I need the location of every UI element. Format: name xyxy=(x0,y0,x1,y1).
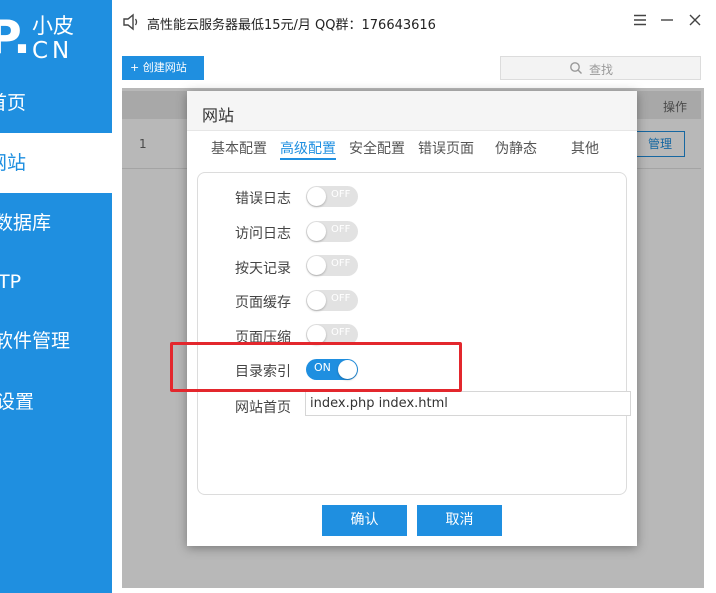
setting-label-directory-index: 目录索引 xyxy=(235,364,291,380)
sidebar-item-website[interactable]: 网站 xyxy=(0,133,112,193)
sidebar-item-software[interactable]: 软件管理 xyxy=(0,311,112,371)
toggle-knob xyxy=(307,222,326,241)
search-box[interactable]: 查找 xyxy=(500,56,701,80)
setting-label-access-log: 访问日志 xyxy=(235,226,291,242)
close-icon[interactable] xyxy=(685,12,705,32)
speaker-icon xyxy=(123,13,138,31)
toggle-knob xyxy=(338,360,357,379)
toggle-knob xyxy=(307,187,326,206)
search-placeholder: 查找 xyxy=(589,63,614,77)
sidebar-item-ftp[interactable]: TP xyxy=(0,252,112,312)
directory-index-toggle[interactable]: ON xyxy=(306,359,358,380)
page-cache-toggle[interactable]: OFF xyxy=(306,290,358,311)
setting-label-page-cache: 页面缓存 xyxy=(235,295,291,311)
daily-log-toggle[interactable]: OFF xyxy=(306,255,358,276)
toggle-knob xyxy=(307,291,326,310)
toggle-knob xyxy=(307,256,326,275)
create-site-button[interactable]: + 创建网站 xyxy=(122,56,204,80)
toggle-state: ON xyxy=(314,361,331,374)
error-log-toggle[interactable]: OFF xyxy=(306,186,358,207)
sidebar: P. 小皮 CN 首页 网站 数据库 TP 软件管理 设置 xyxy=(0,0,112,593)
toggle-state: OFF xyxy=(331,327,351,338)
toggle-state: OFF xyxy=(331,258,351,269)
notice-text[interactable]: 高性能云服务器最低15元/月 QQ群：176643616 xyxy=(147,14,436,33)
logo-text-top: 小皮 xyxy=(32,14,74,38)
logo-text-bottom: CN xyxy=(32,38,74,64)
sidebar-item-settings[interactable]: 设置 xyxy=(0,372,112,432)
tab-security-config[interactable]: 安全配置 xyxy=(349,138,405,160)
setting-label-site-index: 网站首页 xyxy=(235,400,291,416)
dialog-header: 网站 xyxy=(187,91,637,131)
access-log-toggle[interactable]: OFF xyxy=(306,221,358,242)
toggle-knob xyxy=(307,325,326,344)
toggle-state: OFF xyxy=(331,189,351,200)
tab-other[interactable]: 其他 xyxy=(571,138,599,160)
site-settings-dialog: 网站 基本配置 高级配置 安全配置 错误页面 伪静态 其他 错误日志 OFF 访… xyxy=(187,91,637,546)
site-index-input[interactable]: index.php index.html xyxy=(305,391,631,416)
tab-advanced-config[interactable]: 高级配置 xyxy=(280,138,336,160)
menu-icon[interactable] xyxy=(630,12,650,32)
tab-error-pages[interactable]: 错误页面 xyxy=(418,138,474,160)
advanced-config-panel: 错误日志 OFF 访问日志 OFF 按天记录 OFF 页面缓存 OFF 页面压缩… xyxy=(197,172,631,495)
cancel-button[interactable]: 取消 xyxy=(417,505,502,536)
toggle-state: OFF xyxy=(331,224,351,235)
setting-label-page-compress: 页面压缩 xyxy=(235,330,291,346)
tab-basic-config[interactable]: 基本配置 xyxy=(211,138,267,160)
setting-label-daily-log: 按天记录 xyxy=(235,261,291,277)
search-icon xyxy=(570,62,582,74)
page-compress-toggle[interactable]: OFF xyxy=(306,324,358,345)
logo-mark: P. xyxy=(0,10,31,64)
dialog-title: 网站 xyxy=(202,106,235,125)
sidebar-item-home[interactable]: 首页 xyxy=(0,73,112,133)
setting-label-error-log: 错误日志 xyxy=(235,191,291,207)
minimize-icon[interactable] xyxy=(657,12,677,32)
top-bar: 高性能云服务器最低15元/月 QQ群：176643616 xyxy=(112,0,716,44)
tab-rewrite[interactable]: 伪静态 xyxy=(495,138,537,160)
sidebar-item-database[interactable]: 数据库 xyxy=(0,193,112,253)
confirm-button[interactable]: 确认 xyxy=(322,505,407,536)
toggle-state: OFF xyxy=(331,293,351,304)
